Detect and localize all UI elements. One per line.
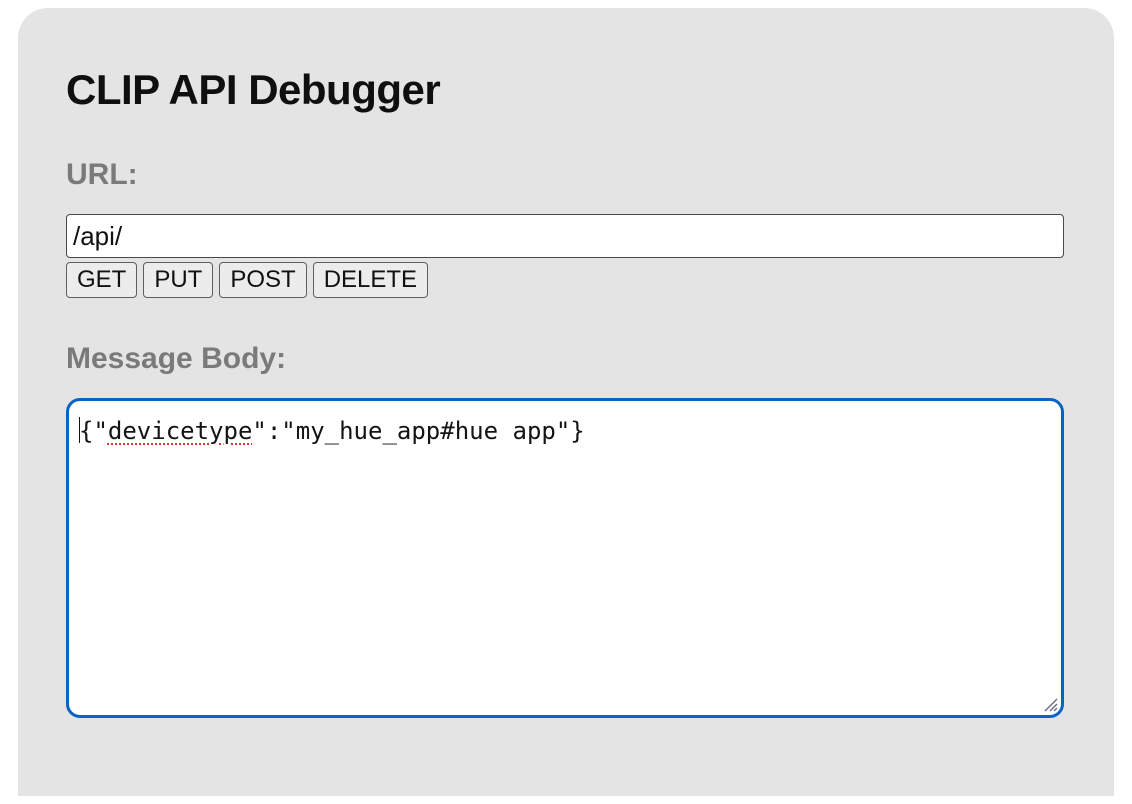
debugger-panel: CLIP API Debugger URL: GET PUT POST DELE… bbox=[18, 8, 1114, 796]
http-method-buttons: GET PUT POST DELETE bbox=[66, 262, 1066, 298]
message-body-label: Message Body: bbox=[66, 342, 1066, 376]
url-input[interactable] bbox=[66, 214, 1064, 258]
get-button[interactable]: GET bbox=[66, 262, 137, 298]
url-label: URL: bbox=[66, 158, 1066, 192]
put-button[interactable]: PUT bbox=[143, 262, 213, 298]
message-body-textarea[interactable]: {"devicetype":"my_hue_app#hue app"} bbox=[66, 398, 1064, 718]
delete-button[interactable]: DELETE bbox=[313, 262, 428, 298]
page-title: CLIP API Debugger bbox=[66, 66, 1066, 114]
post-button[interactable]: POST bbox=[219, 262, 306, 298]
